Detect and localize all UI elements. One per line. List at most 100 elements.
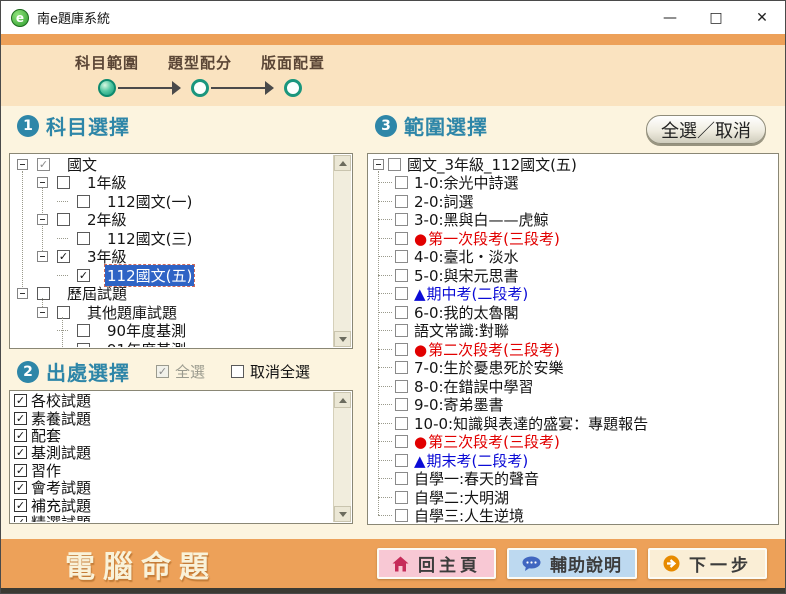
tree-checkbox[interactable] <box>395 509 408 523</box>
tree-checkbox[interactable] <box>395 176 408 190</box>
tree-row[interactable]: ▲期中考(二段考) <box>369 285 777 303</box>
tree-checkbox[interactable] <box>395 287 408 301</box>
tree-row[interactable]: ▲期末考(二段考) <box>369 451 777 470</box>
help-button[interactable]: 輔助說明 <box>507 548 637 579</box>
tree-checkbox[interactable] <box>395 194 408 208</box>
tree-checkbox[interactable] <box>77 194 90 208</box>
tree-row[interactable]: 91年度基測 <box>11 340 334 347</box>
tree-checkbox[interactable] <box>77 231 90 245</box>
close-button[interactable]: ✕ <box>739 2 785 34</box>
source-item-checkbox[interactable]: ✓ <box>14 394 27 408</box>
tree-row[interactable]: 歷屆試題 <box>11 285 334 303</box>
source-item-checkbox[interactable]: ✓ <box>14 481 27 495</box>
tree-row[interactable]: 4-0:臺北・淡水 <box>369 248 777 266</box>
source-item-checkbox[interactable]: ✓ <box>14 428 27 442</box>
select-all-checkbox-row[interactable]: ✓ 全選 <box>156 361 205 382</box>
source-item-checkbox[interactable]: ✓ <box>14 411 27 425</box>
subject-tree-scrollbar[interactable] <box>333 155 351 347</box>
scroll-down-icon[interactable] <box>334 506 351 522</box>
tree-checkbox[interactable] <box>37 287 50 301</box>
step-circle-1-active-icon[interactable] <box>98 79 116 97</box>
tree-row[interactable]: 國文_3年級_112國文(五) <box>369 155 777 174</box>
maximize-button[interactable]: □ <box>693 2 739 34</box>
tree-checkbox[interactable] <box>395 342 408 356</box>
tree-row[interactable]: 自學三:人生逆境 <box>369 505 777 523</box>
tree-checkbox[interactable] <box>77 324 90 338</box>
tree-row[interactable]: ✓ 3年級 <box>11 248 334 266</box>
tree-expander-icon[interactable] <box>17 288 28 300</box>
tree-row[interactable]: 112國文(一) <box>11 192 334 211</box>
tree-row[interactable]: 3-0:黑與白——虎鯨 <box>369 211 777 229</box>
tree-row[interactable]: 1年級 <box>11 174 334 192</box>
tree-checkbox[interactable] <box>395 213 408 227</box>
tree-row[interactable]: 7-0:生於憂患死於安樂 <box>369 359 777 377</box>
tree-expander-icon[interactable] <box>17 158 28 170</box>
source-list-scrollbar[interactable] <box>333 392 351 522</box>
tree-checkbox[interactable] <box>395 398 408 412</box>
tree-checkbox[interactable] <box>395 379 408 393</box>
tree-expander-icon[interactable] <box>37 177 48 189</box>
tree-row[interactable]: 語文常識:對聯 <box>369 322 777 340</box>
tree-checkbox[interactable]: ✓ <box>37 157 50 171</box>
deselect-all-checkbox-row[interactable]: 取消全選 <box>231 361 310 382</box>
tree-checkbox[interactable] <box>395 416 408 430</box>
tree-row[interactable]: ●第二次段考(三段考) <box>369 340 777 359</box>
tree-row[interactable]: 6-0:我的太魯閣 <box>369 303 777 322</box>
tree-expander-icon[interactable] <box>37 214 48 226</box>
tree-checkbox[interactable]: ✓ <box>77 268 90 282</box>
tree-row[interactable]: ●第三次段考(三段考) <box>369 433 777 451</box>
tree-item-label[interactable]: 91年度基測 <box>105 339 188 347</box>
tree-row[interactable]: 2-0:詞選 <box>369 192 777 211</box>
tree-checkbox[interactable] <box>395 268 408 282</box>
tree-row[interactable]: ✓ 112國文(五) <box>11 263 334 287</box>
tree-checkbox[interactable] <box>77 342 90 347</box>
tree-row[interactable]: 112國文(三) <box>11 229 334 248</box>
tree-row[interactable]: 10-0:知識與表達的盛宴：專題報告 <box>369 414 777 433</box>
tree-checkbox[interactable] <box>388 157 401 171</box>
scroll-up-icon[interactable] <box>334 392 351 408</box>
tree-item-label[interactable]: 自學三:人生逆境 <box>412 505 526 523</box>
tree-checkbox[interactable] <box>395 231 408 245</box>
tree-checkbox[interactable] <box>57 176 70 190</box>
scroll-up-icon[interactable] <box>334 155 351 171</box>
source-list-item[interactable]: ✓ 精選試題 <box>11 514 334 522</box>
deselect-all-checkbox[interactable] <box>231 365 245 378</box>
tree-row[interactable]: 8-0:在錯誤中學習 <box>369 377 777 396</box>
tree-row[interactable]: 2年級 <box>11 211 334 229</box>
source-item-checkbox[interactable]: ✓ <box>14 446 27 460</box>
tree-row[interactable]: ✓ 國文 <box>11 155 334 174</box>
range-tree[interactable]: 國文_3年級_112國文(五) 1-0:余光中詩選 2-0:詞選 3-0:黑與白——虎… <box>369 155 777 523</box>
subject-tree[interactable]: ✓ 國文 1年級 112國文(一) 2年級 112國文(三) ✓ 3年級 ✓ 112國文(五) 歷屆… <box>11 155 334 347</box>
tree-row[interactable]: 自學二:大明湖 <box>369 488 777 507</box>
source-item-checkbox[interactable]: ✓ <box>14 498 27 512</box>
tree-row[interactable]: 1-0:余光中詩選 <box>369 174 777 192</box>
select-all-checkbox[interactable]: ✓ <box>156 365 169 378</box>
tree-expander-icon[interactable] <box>373 158 384 170</box>
tree-checkbox[interactable] <box>395 435 408 449</box>
tree-row[interactable]: 5-0:與宋元思書 <box>369 266 777 285</box>
tree-expander-icon[interactable] <box>37 251 48 263</box>
tree-checkbox[interactable] <box>57 213 70 227</box>
source-list[interactable]: ✓各校試題✓素養試題✓配套✓基測試題✓習作✓會考試題✓補充試題✓精選試題 <box>11 392 334 522</box>
tree-checkbox[interactable] <box>395 472 408 486</box>
tree-checkbox[interactable] <box>395 305 408 319</box>
tree-checkbox[interactable]: ✓ <box>57 250 70 264</box>
source-item-checkbox[interactable]: ✓ <box>14 515 27 522</box>
tree-checkbox[interactable] <box>395 324 408 338</box>
step-circle-3-icon[interactable] <box>284 79 302 97</box>
tree-checkbox[interactable] <box>57 305 70 319</box>
step-circle-2-icon[interactable] <box>191 79 209 97</box>
next-step-button[interactable]: 下一步 <box>648 548 767 579</box>
home-button[interactable]: 回主頁 <box>377 548 496 579</box>
tree-row[interactable]: 9-0:寄弟墨書 <box>369 396 777 414</box>
tree-row[interactable]: 90年度基測 <box>11 322 334 340</box>
source-item-checkbox[interactable]: ✓ <box>14 463 27 477</box>
tree-row[interactable]: 其他題庫試題 <box>11 303 334 322</box>
tree-row[interactable]: 自學一:春天的聲音 <box>369 470 777 488</box>
tree-checkbox[interactable] <box>395 250 408 264</box>
scroll-down-icon[interactable] <box>334 331 351 347</box>
tree-row[interactable]: ●第一次段考(三段考) <box>369 229 777 248</box>
tree-checkbox[interactable] <box>395 490 408 504</box>
select-all-toggle-button[interactable]: 全選／取消 <box>646 115 766 144</box>
tree-checkbox[interactable] <box>395 453 408 467</box>
